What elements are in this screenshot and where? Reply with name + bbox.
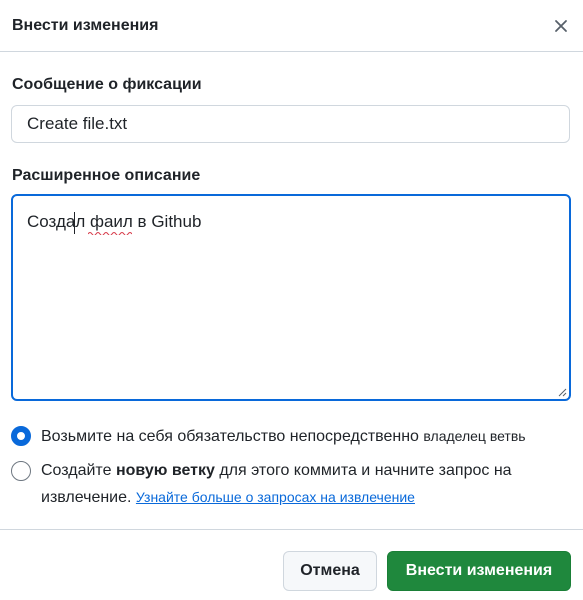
dialog-header: Внести изменения xyxy=(0,0,583,52)
new-branch-text-bold: новую ветку xyxy=(115,462,215,479)
new-branch-option[interactable]: Создайте новую ветку для этого коммита и… xyxy=(11,458,551,511)
dialog-title: Внести изменения xyxy=(12,16,159,34)
cancel-button[interactable]: Отмена xyxy=(283,551,377,591)
description-label: Расширенное описание xyxy=(12,167,201,184)
spellcheck-underline xyxy=(88,232,132,235)
resize-grip-icon[interactable] xyxy=(557,387,567,397)
commit-dialog: Внести изменения Сообщение о фиксации Cr… xyxy=(0,0,583,600)
radio-commit-directly[interactable] xyxy=(11,426,31,446)
description-value: Создал фаил в Github xyxy=(27,212,202,231)
x-icon xyxy=(555,19,567,32)
commit-directly-text: Возьмите на себя обязательство непосредс… xyxy=(41,428,419,445)
close-button[interactable] xyxy=(547,12,575,40)
branch-name: владелец ветвь xyxy=(423,428,526,444)
commit-directly-option[interactable]: Возьмите на себя обязательство непосредс… xyxy=(11,423,571,450)
description-textarea[interactable]: Создал фаил в Github xyxy=(11,194,571,401)
commit-message-input[interactable]: Create file.txt xyxy=(11,105,570,143)
commit-message-label: Сообщение о фиксации xyxy=(12,76,202,93)
new-branch-text-before: Создайте xyxy=(41,462,112,479)
commit-button[interactable]: Внести изменения xyxy=(387,551,571,591)
footer-divider xyxy=(0,529,583,530)
radio-new-branch[interactable] xyxy=(11,461,31,481)
learn-more-link[interactable]: Узнайте больше о запросах на извлечение xyxy=(136,489,415,505)
commit-directly-label: Возьмите на себя обязательство непосредс… xyxy=(41,423,526,450)
text-caret xyxy=(74,212,75,234)
description-text: Создал фаил в Github xyxy=(27,212,202,235)
new-branch-label: Создайте новую ветку для этого коммита и… xyxy=(41,458,551,511)
